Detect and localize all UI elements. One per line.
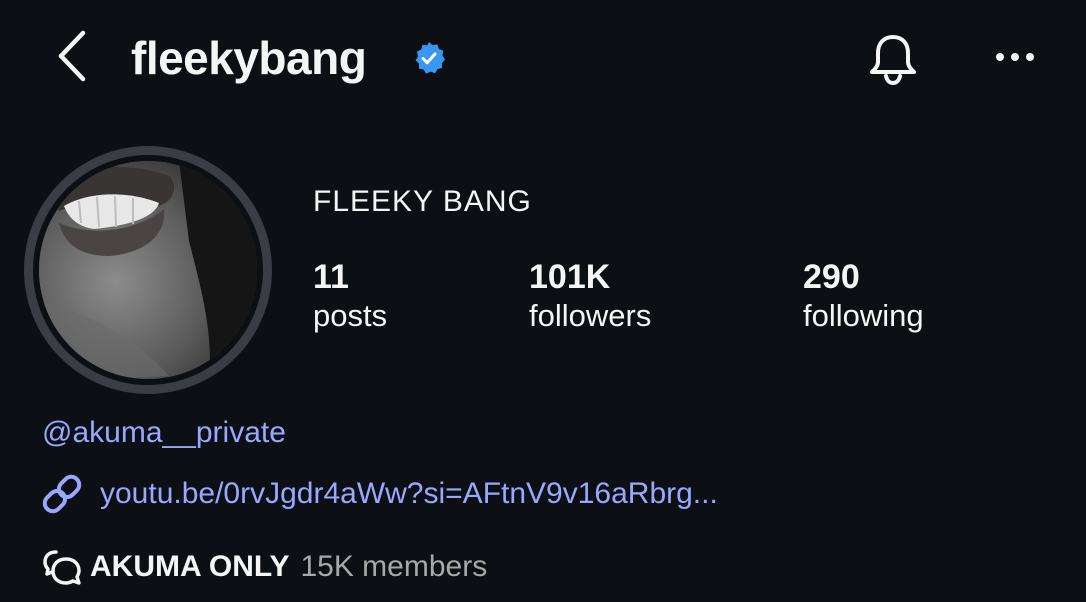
posts-count: 11	[313, 258, 349, 296]
followers-label: followers	[529, 298, 652, 333]
link-icon	[42, 474, 82, 514]
channel-member-count: 15K members	[300, 550, 488, 583]
followers-count: 101K	[529, 258, 611, 296]
following-stat[interactable]: 290 following	[803, 257, 924, 335]
bio-mention-link[interactable]: @akuma__private	[42, 414, 286, 452]
following-label: following	[803, 298, 924, 333]
channel-name: AKUMA ONLY	[90, 550, 290, 583]
posts-label: posts	[313, 298, 388, 333]
verified-badge-icon	[412, 41, 446, 75]
broadcast-channel-icon	[43, 550, 81, 585]
broadcast-channel-link[interactable]: AKUMA ONLY 15K members	[42, 548, 487, 586]
more-options-button[interactable]	[990, 34, 1040, 80]
avatar-gap	[33, 155, 263, 385]
avatar-photo	[39, 161, 257, 379]
more-horizontal-icon	[996, 53, 1034, 61]
display-name: FLEEKY BANG	[313, 185, 532, 218]
followers-stat[interactable]: 101K followers	[529, 257, 651, 335]
back-button[interactable]	[44, 28, 100, 84]
avatar-image	[39, 161, 257, 379]
bio-link-text: youtu.be/0rvJgdr4aWw?si=AFtnV9v16aRbrg..…	[100, 477, 718, 510]
bell-icon	[870, 35, 916, 86]
profile-username: fleekybang	[131, 32, 367, 84]
notifications-button[interactable]	[862, 28, 924, 90]
following-count: 290	[803, 258, 860, 296]
bio-external-link[interactable]: youtu.be/0rvJgdr4aWw?si=AFtnV9v16aRbrg..…	[40, 474, 718, 514]
profile-avatar[interactable]	[24, 146, 272, 394]
chevron-left-icon	[58, 30, 86, 82]
posts-stat[interactable]: 11 posts	[313, 257, 387, 335]
